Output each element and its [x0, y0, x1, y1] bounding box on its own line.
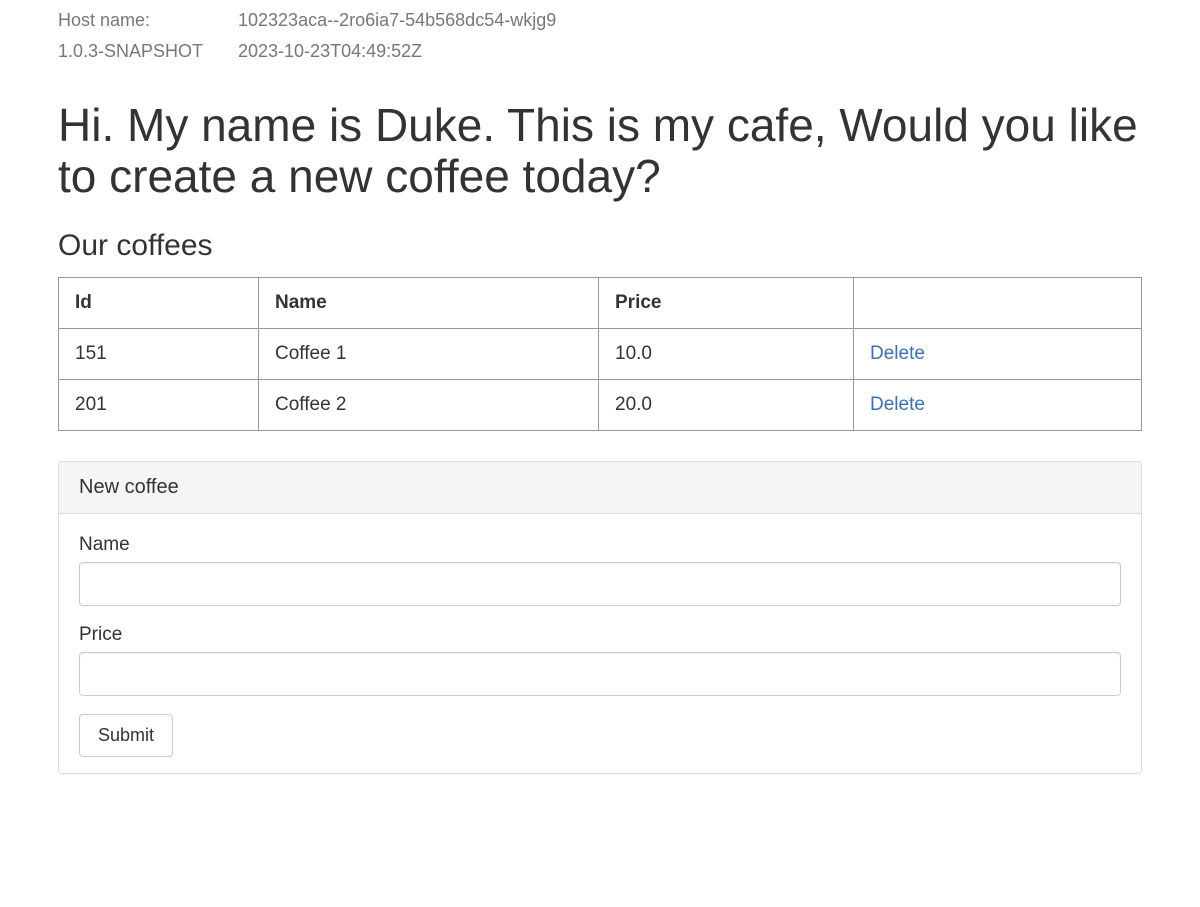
- version-row: 1.0.3-SNAPSHOT 2023-10-23T04:49:52Z: [58, 41, 1142, 62]
- cell-action: Delete: [854, 329, 1142, 380]
- table-row: 201 Coffee 2 20.0 Delete: [59, 380, 1142, 431]
- cell-id: 201: [59, 380, 259, 431]
- delete-link[interactable]: Delete: [870, 394, 925, 415]
- cell-name: Coffee 2: [259, 380, 599, 431]
- page-headline: Hi. My name is Duke. This is my cafe, Wo…: [58, 100, 1142, 201]
- new-coffee-panel: New coffee Name Price Submit: [58, 461, 1142, 774]
- panel-title: New coffee: [59, 462, 1141, 514]
- host-label: Host name:: [58, 10, 238, 31]
- cell-id: 151: [59, 329, 259, 380]
- col-header-price: Price: [599, 278, 854, 329]
- coffee-table: Id Name Price 151 Coffee 1 10.0 Delete 2…: [58, 277, 1142, 431]
- panel-body: Name Price Submit: [59, 514, 1141, 773]
- cell-price: 20.0: [599, 380, 854, 431]
- host-value: 102323aca--2ro6ia7-54b568dc54-wkjg9: [238, 10, 556, 31]
- name-input[interactable]: [79, 562, 1121, 606]
- table-header-row: Id Name Price: [59, 278, 1142, 329]
- delete-link[interactable]: Delete: [870, 343, 925, 364]
- coffees-subhead: Our coffees: [58, 229, 1142, 263]
- host-row: Host name: 102323aca--2ro6ia7-54b568dc54…: [58, 10, 1142, 31]
- col-header-id: Id: [59, 278, 259, 329]
- col-header-action: [854, 278, 1142, 329]
- submit-button[interactable]: Submit: [79, 714, 173, 757]
- table-row: 151 Coffee 1 10.0 Delete: [59, 329, 1142, 380]
- price-input[interactable]: [79, 652, 1121, 696]
- name-label: Name: [79, 534, 1121, 556]
- col-header-name: Name: [259, 278, 599, 329]
- cell-action: Delete: [854, 380, 1142, 431]
- price-label: Price: [79, 624, 1121, 646]
- cell-price: 10.0: [599, 329, 854, 380]
- version-label: 1.0.3-SNAPSHOT: [58, 41, 238, 62]
- version-value: 2023-10-23T04:49:52Z: [238, 41, 422, 62]
- cell-name: Coffee 1: [259, 329, 599, 380]
